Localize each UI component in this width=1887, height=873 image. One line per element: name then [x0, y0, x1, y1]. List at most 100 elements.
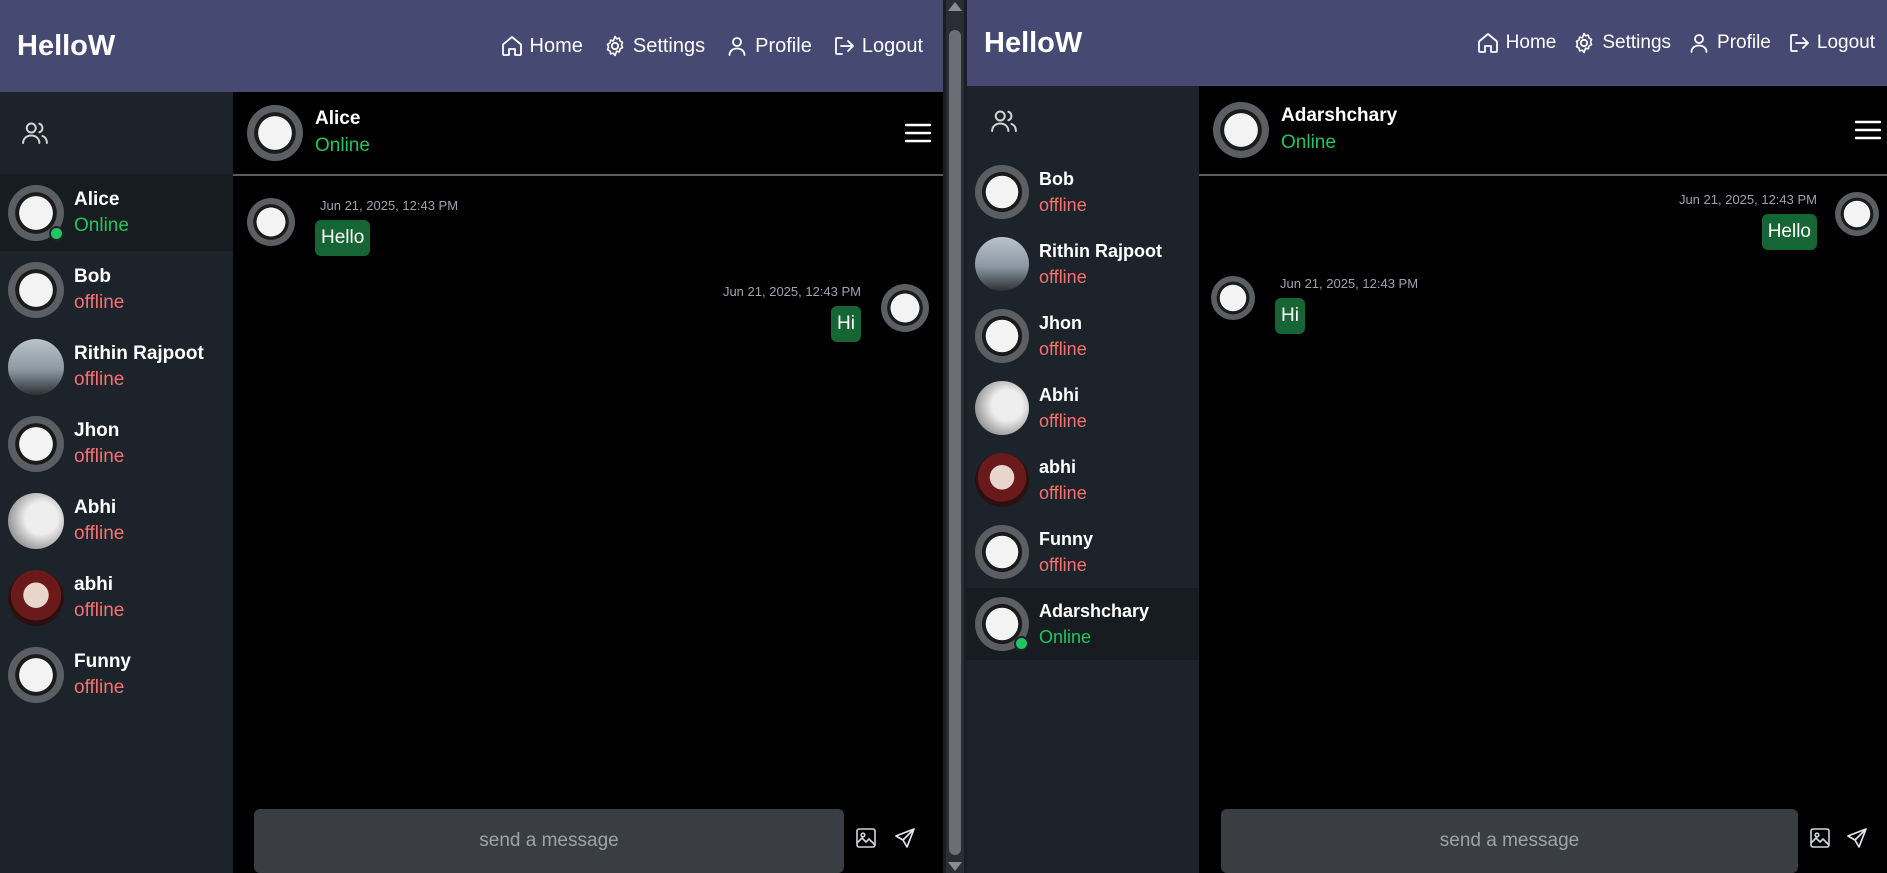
chat-avatar	[1213, 102, 1269, 158]
chat-panel: Adarshchary Online Jun 21, 2025, 12:43 PM…	[1199, 86, 1887, 873]
avatar	[975, 381, 1029, 435]
contact-name: Bob	[74, 265, 111, 287]
contact-name: abhi	[1039, 457, 1077, 477]
sidebar-header	[967, 86, 1199, 156]
contact-name: Abhi	[74, 496, 117, 518]
contact-item[interactable]: Rithin Rajpoot offline	[967, 228, 1199, 300]
avatar	[975, 165, 1029, 219]
contact-item[interactable]: abhi offline	[967, 444, 1199, 516]
nav-profile-link[interactable]: Profile	[1687, 31, 1771, 55]
message-sent: Jun 21, 2025, 12:43 PM Hello	[1679, 192, 1879, 250]
avatar	[975, 309, 1029, 363]
online-indicator	[1014, 636, 1029, 651]
avatar	[8, 184, 64, 241]
nav-home-link[interactable]: Home	[500, 34, 583, 58]
message-bubble: Hello	[1761, 214, 1817, 250]
nav-links: Home Settings Profile Logout	[1476, 31, 1875, 55]
contact-status: offline	[74, 676, 125, 698]
nav-settings-link[interactable]: Settings	[1572, 31, 1671, 55]
send-button[interactable]	[893, 826, 917, 855]
contact-name: Rithin Rajpoot	[1039, 241, 1162, 261]
scrollbar-thumb[interactable]	[949, 30, 961, 855]
contact-status: offline	[74, 291, 125, 313]
message-time: Jun 21, 2025, 12:43 PM	[1678, 192, 1817, 207]
contact-name: Funny	[1039, 529, 1093, 549]
message-composer	[254, 809, 844, 873]
contact-item[interactable]: Abhi offline	[0, 482, 233, 559]
nav-settings-label: Settings	[1602, 32, 1672, 53]
users-icon	[20, 118, 50, 148]
contacts-sidebar: Bob offline Rithin Rajpoot offline Jhon off…	[967, 86, 1199, 873]
chat-contact-name: Alice	[315, 108, 361, 129]
message-avatar	[881, 284, 929, 332]
brand-logo[interactable]: HelloW	[17, 30, 115, 63]
message-input[interactable]	[254, 809, 844, 873]
gear-icon	[603, 34, 627, 58]
logout-icon	[832, 34, 856, 58]
avatar	[975, 237, 1029, 291]
chat-contact-status: Online	[1281, 132, 1336, 153]
contact-item[interactable]: Adarshchary Online	[967, 588, 1199, 660]
home-icon	[500, 34, 524, 58]
contact-status: offline	[74, 445, 125, 467]
message-received: Jun 21, 2025, 12:43 PM Hi	[1211, 276, 1418, 334]
chat-header: Alice Online	[233, 92, 943, 176]
right-window: HelloW Home Settings Profile Logout Bob o…	[967, 0, 1887, 873]
contact-name: Abhi	[1039, 385, 1079, 405]
contact-status: offline	[1039, 267, 1087, 287]
avatar	[8, 646, 64, 703]
nav-home-link[interactable]: Home	[1476, 31, 1556, 55]
logout-icon	[1787, 31, 1811, 55]
nav-home-label: Home	[529, 34, 583, 57]
avatar	[975, 453, 1029, 507]
menu-icon[interactable]	[1855, 119, 1881, 141]
contact-item[interactable]: Rithin Rajpoot offline	[0, 328, 233, 405]
avatar	[8, 492, 64, 549]
nav-settings-link[interactable]: Settings	[603, 34, 705, 58]
message-sent: Jun 21, 2025, 12:43 PM Hi	[723, 284, 929, 342]
attach-image-button[interactable]	[854, 826, 878, 855]
message-avatar	[1835, 192, 1879, 236]
menu-icon[interactable]	[905, 122, 931, 144]
screen: HelloW Home Settings Profile Logout Alic…	[0, 0, 1887, 873]
contact-status: offline	[1039, 411, 1087, 431]
avatar	[8, 569, 64, 626]
left-window: HelloW Home Settings Profile Logout Alic…	[0, 0, 943, 873]
scroll-down-icon[interactable]	[948, 862, 962, 871]
contact-status: offline	[74, 368, 125, 390]
contact-status: offline	[1039, 483, 1087, 503]
nav-profile-label: Profile	[755, 34, 812, 57]
scroll-up-icon[interactable]	[948, 2, 962, 11]
contact-item[interactable]: Jhon offline	[0, 405, 233, 482]
image-icon	[854, 826, 878, 850]
contact-item[interactable]: Funny offline	[967, 516, 1199, 588]
contact-status: offline	[1039, 195, 1087, 215]
contact-name: Adarshchary	[1039, 601, 1150, 621]
avatar	[975, 597, 1029, 651]
contact-item[interactable]: Jhon offline	[967, 300, 1199, 372]
avatar	[975, 525, 1029, 579]
nav-links: Home Settings Profile Logout	[500, 34, 923, 58]
brand-logo[interactable]: HelloW	[984, 27, 1082, 60]
online-indicator	[49, 225, 64, 241]
nav-logout-link[interactable]: Logout	[832, 34, 923, 58]
nav-logout-link[interactable]: Logout	[1787, 31, 1875, 55]
image-icon	[1808, 826, 1832, 850]
nav-logout-label: Logout	[1816, 32, 1875, 53]
contact-item[interactable]: Funny offline	[0, 636, 233, 713]
message-input[interactable]	[1221, 809, 1798, 873]
contact-name: Jhon	[1039, 313, 1082, 333]
nav-profile-link[interactable]: Profile	[725, 34, 812, 58]
contact-item[interactable]: Abhi offline	[967, 372, 1199, 444]
gear-icon	[1572, 31, 1596, 55]
send-button[interactable]	[1845, 826, 1869, 855]
chat-panel: Alice Online Jun 21, 2025, 12:43 PM Hello …	[233, 92, 943, 873]
contact-item[interactable]: Bob offline	[0, 251, 233, 328]
contact-status: offline	[74, 599, 125, 621]
attach-image-button[interactable]	[1808, 826, 1832, 855]
contact-item[interactable]: abhi offline	[0, 559, 233, 636]
contact-item[interactable]: Bob offline	[967, 156, 1199, 228]
message-received: Jun 21, 2025, 12:43 PM Hello	[247, 198, 458, 256]
contact-item[interactable]: Alice Online	[0, 174, 233, 251]
contact-name: Rithin Rajpoot	[74, 342, 204, 364]
